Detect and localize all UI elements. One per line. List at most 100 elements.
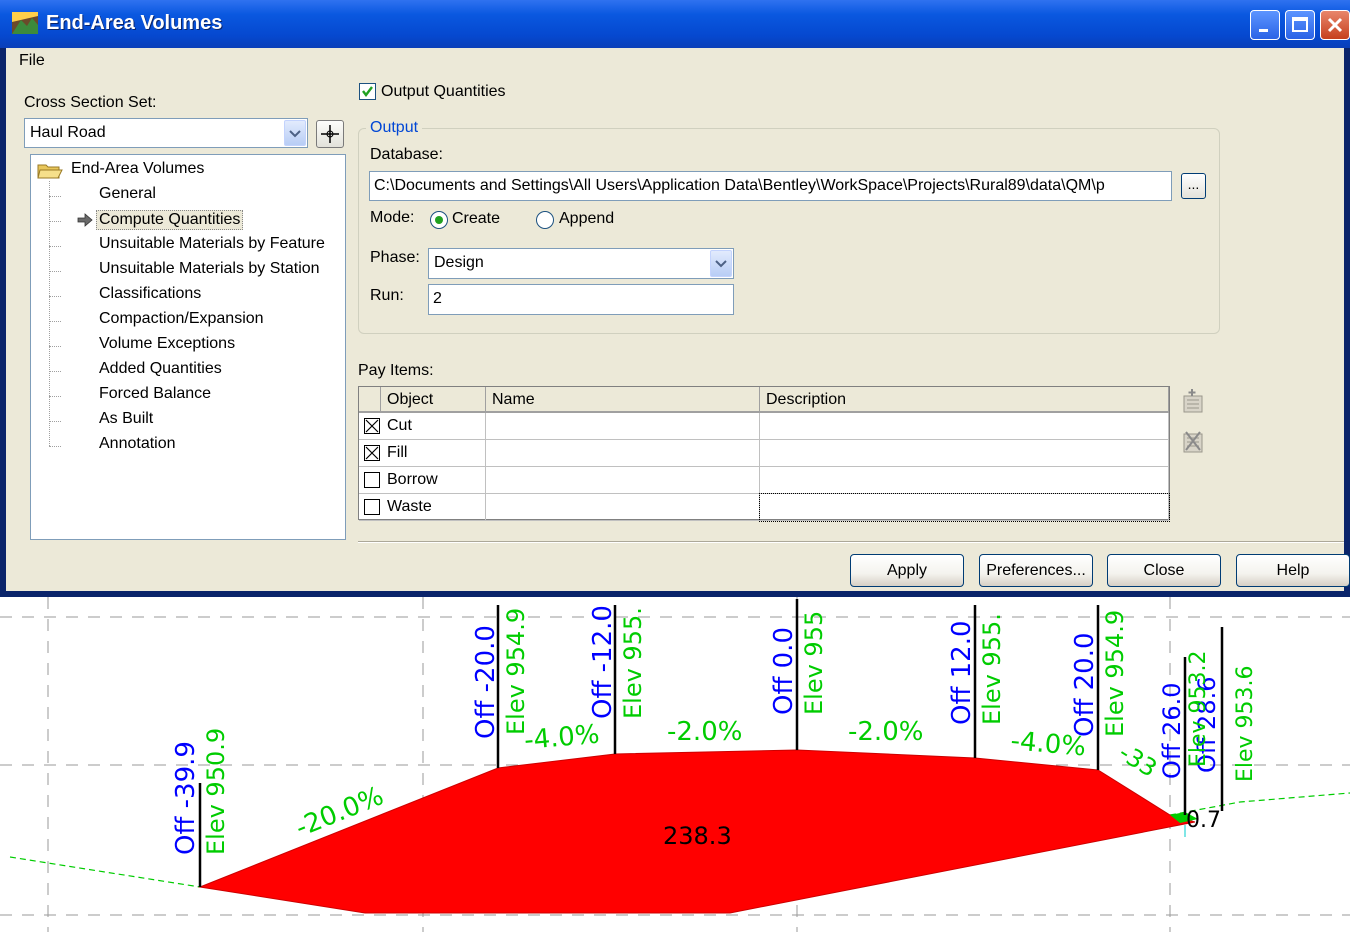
offset-label: Off 12.0 xyxy=(947,620,977,725)
output-group-title: Output xyxy=(366,119,423,137)
column-header-description[interactable]: Description xyxy=(760,387,1169,413)
app-icon xyxy=(12,12,38,34)
column-header-object[interactable]: Object xyxy=(381,387,486,413)
offset-label: Off -12.0 xyxy=(588,605,618,719)
pay-item-object-label: Cut xyxy=(387,417,412,434)
apply-button[interactable]: Apply xyxy=(850,554,964,587)
mode-append-radio[interactable] xyxy=(536,211,554,229)
tree-item-compaction-expansion[interactable]: Compaction/Expansion xyxy=(99,310,264,328)
preferences-button[interactable]: Preferences... xyxy=(979,554,1093,587)
tree-item-forced-balance[interactable]: Forced Balance xyxy=(99,385,211,403)
mode-create-label: Create xyxy=(452,210,501,227)
table-row-description-cell[interactable] xyxy=(760,440,1169,467)
grid-corner-header xyxy=(359,387,381,413)
slope-label: -2.0% xyxy=(848,717,923,747)
table-row-name-cell[interactable] xyxy=(486,413,760,440)
tree-connector xyxy=(49,271,61,272)
cross-section-set-combo[interactable]: Haul Road xyxy=(24,118,308,148)
area-label: 238.3 xyxy=(663,822,732,850)
elevation-label: Elev 955. xyxy=(619,607,647,719)
mode-label: Mode: xyxy=(370,209,415,226)
tree-item-annotation[interactable]: Annotation xyxy=(99,435,176,453)
pay-items-label: Pay Items: xyxy=(358,362,434,379)
table-row-name-cell[interactable] xyxy=(486,440,760,467)
settings-tree: End-Area Volumes General Compute Quantiti… xyxy=(30,154,346,540)
checked-box-icon[interactable] xyxy=(364,418,380,434)
phase-label: Phase: xyxy=(370,249,420,266)
tree-item-unsuitable-materials-by-feature[interactable]: Unsuitable Materials by Feature xyxy=(99,235,325,253)
column-header-name[interactable]: Name xyxy=(486,387,760,413)
table-row-object-cell[interactable]: Cut xyxy=(359,413,486,440)
database-value: C:\Documents and Settings\All Users\Appl… xyxy=(374,177,1105,194)
slope-label: -4.0% xyxy=(523,720,601,756)
table-row-name-cell[interactable] xyxy=(486,494,760,521)
cross-section-set-label: Cross Section Set: xyxy=(24,94,157,111)
cross-section-canvas[interactable]: Off -39.9 Off -20.0 Off -12.0 Off 0.0 Off 12… xyxy=(0,597,1350,932)
slope-label: -2.0% xyxy=(667,717,742,747)
checked-box-icon[interactable] xyxy=(364,445,380,461)
phase-combo[interactable]: Design xyxy=(428,248,734,279)
slope-label: -4.0% xyxy=(1009,726,1087,762)
tree-item-added-quantities[interactable]: Added Quantities xyxy=(99,360,222,378)
folder-open-icon xyxy=(37,164,63,179)
tree-item-compute-quantities[interactable]: Compute Quantities xyxy=(96,210,244,230)
table-row-object-cell[interactable]: Borrow xyxy=(359,467,486,494)
tree-root-end-area-volumes[interactable]: End-Area Volumes xyxy=(71,160,204,178)
offset-label: Off 20.0 xyxy=(1070,632,1100,737)
tree-item-classifications[interactable]: Classifications xyxy=(99,285,201,303)
tree-item-as-built[interactable]: As Built xyxy=(99,410,153,428)
table-row-name-cell[interactable] xyxy=(486,467,760,494)
tree-item-volume-exceptions[interactable]: Volume Exceptions xyxy=(99,335,235,353)
pay-item-object-label: Waste xyxy=(387,498,432,515)
offset-label: Off -39.9 xyxy=(171,741,201,855)
table-row-description-cell[interactable] xyxy=(760,413,1169,440)
add-row-icon[interactable] xyxy=(1178,386,1208,416)
output-quantities-label: Output Quantities xyxy=(381,83,506,100)
pay-items-grid: Object Name Description Cut Fill Borrow Was… xyxy=(358,386,1170,522)
help-button[interactable]: Help xyxy=(1236,554,1350,587)
tree-connector xyxy=(49,346,61,347)
elevation-label: Elev 955. xyxy=(978,613,1006,725)
chevron-down-icon[interactable] xyxy=(710,250,732,277)
database-label: Database: xyxy=(370,146,443,163)
close-window-button[interactable] xyxy=(1320,10,1350,40)
tree-connector xyxy=(49,396,61,397)
run-value: 2 xyxy=(433,290,442,307)
mode-create-radio[interactable] xyxy=(430,211,448,229)
elevation-label: Elev 955 xyxy=(800,611,828,715)
tree-connector xyxy=(49,421,61,422)
close-button[interactable]: Close xyxy=(1107,554,1221,587)
arrow-right-icon xyxy=(77,213,93,227)
tree-connector xyxy=(49,446,61,447)
mode-append-label: Append xyxy=(559,210,615,227)
offset-label: Off -20.0 xyxy=(471,625,501,739)
chevron-down-icon[interactable] xyxy=(284,120,306,146)
output-quantities-checkbox[interactable] xyxy=(359,83,376,100)
title-bar[interactable]: End-Area Volumes xyxy=(0,0,1350,48)
tree-item-unsuitable-materials-by-station[interactable]: Unsuitable Materials by Station xyxy=(99,260,320,278)
unchecked-box-icon[interactable] xyxy=(364,499,380,515)
table-row-object-cell[interactable]: Fill xyxy=(359,440,486,467)
column-header-label: Description xyxy=(766,391,847,408)
table-row-description-cell[interactable] xyxy=(760,467,1169,494)
delete-row-icon[interactable] xyxy=(1178,426,1208,456)
tree-connector xyxy=(49,221,61,222)
table-row-object-cell[interactable]: Waste xyxy=(359,494,486,521)
minimize-button[interactable] xyxy=(1250,10,1280,40)
menu-file[interactable]: File xyxy=(19,52,45,70)
column-header-label: Name xyxy=(492,391,535,408)
pay-item-object-label: Borrow xyxy=(387,471,438,488)
browse-button[interactable]: ... xyxy=(1181,173,1206,199)
crosshair-pick-button[interactable] xyxy=(316,120,344,148)
cross-section-view[interactable]: Off -39.9 Off -20.0 Off -12.0 Off 0.0 Off 12… xyxy=(0,597,1350,932)
elevation-label: Elev 953.2 xyxy=(1186,650,1211,767)
table-row-description-cell[interactable] xyxy=(759,493,1170,522)
unchecked-box-icon[interactable] xyxy=(364,472,380,488)
maximize-button[interactable] xyxy=(1285,10,1315,40)
run-field[interactable]: 2 xyxy=(428,284,734,315)
tree-item-general[interactable]: General xyxy=(99,185,156,203)
elevation-label: Elev 954.9 xyxy=(502,608,530,735)
run-label: Run: xyxy=(370,287,404,304)
tree-connector xyxy=(49,296,61,297)
database-field[interactable]: C:\Documents and Settings\All Users\Appl… xyxy=(369,171,1172,201)
